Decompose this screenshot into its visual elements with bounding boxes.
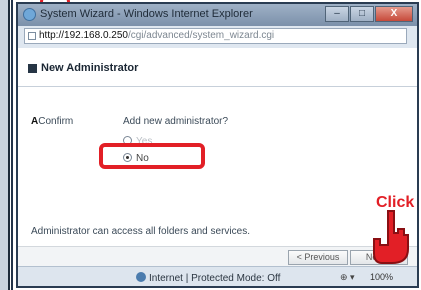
url-host: http://192.168.0.250 [39, 30, 128, 41]
close-button[interactable]: X [375, 6, 413, 22]
url-path: /cgi/advanced/system_wizard.cgi [127, 30, 275, 41]
address-bar: http://192.168.0.250/cgi/advanced/system… [18, 26, 417, 49]
status-label: Internet | Protected Mode: Off [149, 273, 281, 284]
wizard-button-row: < Previous Next > [18, 246, 417, 267]
page-title: New Administrator [41, 62, 139, 74]
window-controls: – □ X [325, 6, 413, 22]
highlight-box [99, 143, 205, 169]
confirm-text: Confirm [38, 116, 74, 127]
ie-logo-icon [23, 8, 36, 21]
question-text: Add new administrator? [123, 116, 229, 127]
zoom-level[interactable]: 100% [370, 272, 393, 282]
address-input[interactable]: http://192.168.0.250/cgi/advanced/system… [24, 28, 407, 44]
zone-settings[interactable]: ⊕ ▾ [340, 272, 355, 283]
page-icon [28, 32, 36, 40]
page-content: New Administrator AConfirm Add new admin… [18, 48, 417, 246]
status-text: Internet | Protected Mode: Off [136, 272, 280, 284]
confirm-label: AConfirm [31, 116, 73, 127]
title-bar: System Wizard - Windows Internet Explore… [18, 4, 417, 26]
left-window-border [11, 0, 13, 290]
window-title: System Wizard - Windows Internet Explore… [40, 8, 253, 20]
status-bar: Internet | Protected Mode: Off ⊕ ▾ 100% [18, 266, 417, 286]
pointing-hand-icon [373, 210, 409, 264]
globe-icon [136, 272, 146, 282]
previous-button[interactable]: < Previous [288, 250, 348, 265]
left-window-edge [0, 0, 10, 290]
note-text: Administrator can access all folders and… [31, 226, 250, 237]
maximize-button[interactable]: □ [350, 6, 374, 22]
browser-window: System Wizard - Windows Internet Explore… [16, 2, 419, 288]
header-icon [28, 64, 37, 73]
minimize-button[interactable]: – [325, 6, 349, 22]
